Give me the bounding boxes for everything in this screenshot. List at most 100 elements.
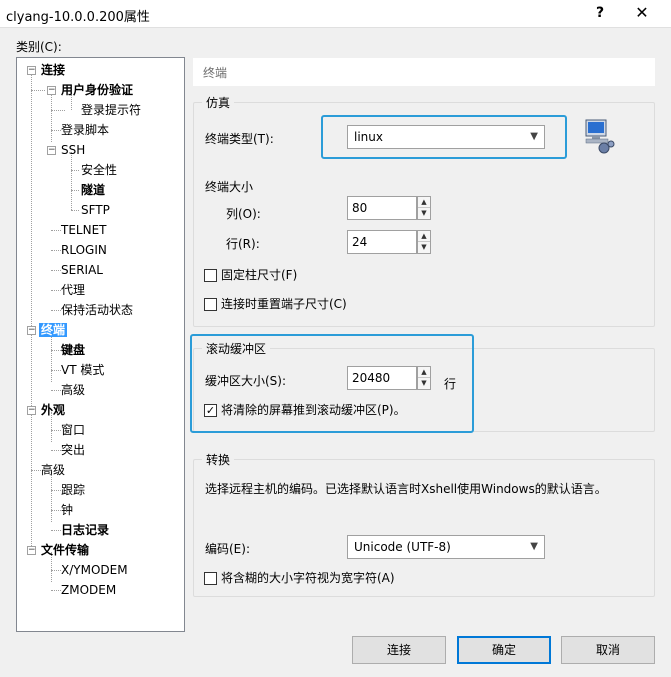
tree-item-file-transfer[interactable]: 文件传输	[39, 541, 91, 559]
tree-item-label: 跟踪	[61, 483, 86, 497]
translation-description: 选择远程主机的编码。已选择默认语言时Xshell使用Windows的默认语言。	[205, 482, 607, 496]
tree-item-login-script[interactable]: 登录脚本	[59, 121, 111, 139]
tree-item-trace[interactable]: 跟踪	[59, 481, 87, 499]
ok-button[interactable]: 确定	[457, 636, 551, 664]
tree-item-sftp[interactable]: SFTP	[79, 201, 112, 219]
emulation-legend: 仿真	[206, 96, 231, 110]
rows-spin-buttons: ▲ ▼	[417, 230, 431, 254]
tree-item-login-prompt[interactable]: 登录提示符	[79, 101, 143, 119]
tree-item-connection[interactable]: 连接	[39, 61, 67, 79]
title-bar: clyang-10.0.0.200属性 ? ✕	[0, 0, 671, 28]
tree-item-label: 保持活动状态	[61, 303, 134, 317]
tree-item-vt-mode[interactable]: VT 模式	[59, 361, 106, 379]
tree-item-bell[interactable]: 钟	[59, 501, 75, 519]
encoding-select[interactable]: Unicode (UTF-8) ▼	[347, 535, 545, 559]
tree-item-security[interactable]: 安全性	[79, 161, 119, 179]
rows-stepper[interactable]: 24 ▲ ▼	[347, 230, 433, 254]
translation-legend: 转换	[206, 453, 231, 467]
collapse-icon[interactable]: −	[47, 146, 56, 155]
encoding-label: 编码(E):	[205, 542, 250, 556]
close-button[interactable]: ✕	[622, 2, 662, 26]
tree-item-label: 安全性	[81, 163, 118, 177]
collapse-icon[interactable]: −	[27, 406, 36, 415]
ambiguous-width-checkbox[interactable]: 将含糊的大小字符视为宽字符(A)	[204, 571, 395, 585]
category-tree[interactable]: − − − − − − 连接 用户身份验证 登录提示符 登录脚本 SSH 安全性…	[16, 57, 185, 632]
tree-item-label: RLOGIN	[61, 243, 107, 257]
columns-label: 列(O):	[226, 207, 261, 221]
fixed-size-label: 固定柱尺寸(F)	[221, 268, 298, 282]
checkbox-box[interactable]	[204, 269, 217, 282]
tree-item-label: 高级	[61, 383, 86, 397]
tree-item-telnet[interactable]: TELNET	[59, 221, 109, 239]
tree-item-label: 代理	[61, 283, 86, 297]
fixed-size-checkbox[interactable]: 固定柱尺寸(F)	[204, 268, 297, 282]
category-label: 类别(C):	[16, 40, 62, 54]
tree-item-label: 连接	[41, 63, 66, 77]
tree-item-label: SERIAL	[61, 263, 103, 277]
encoding-value: Unicode (UTF-8)	[354, 540, 451, 554]
tree-item-keepalive[interactable]: 保持活动状态	[59, 301, 135, 319]
tree-item-zmodem[interactable]: ZMODEM	[59, 581, 118, 599]
tree-item-label: 日志记录	[61, 523, 110, 537]
tree-item-tunnel[interactable]: 隧道	[79, 181, 107, 199]
spin-up-icon[interactable]: ▲	[418, 231, 430, 242]
tree-item-highlight[interactable]: 突出	[59, 441, 87, 459]
reset-size-label: 连接时重置端子尺寸(C)	[221, 297, 347, 311]
page-title: 终端	[193, 58, 655, 86]
columns-spin-buttons: ▲ ▼	[417, 196, 431, 220]
tree-item-keyboard[interactable]: 键盘	[59, 341, 87, 359]
chevron-down-icon: ▼	[530, 541, 538, 552]
collapse-icon[interactable]: −	[47, 86, 56, 95]
tree-item-appearance[interactable]: 外观	[39, 401, 67, 419]
tree-item-label: SSH	[61, 143, 86, 157]
tree-item-label: 外观	[41, 403, 66, 417]
collapse-icon[interactable]: −	[27, 66, 36, 75]
spin-up-icon[interactable]: ▲	[418, 197, 430, 208]
tree-item-rlogin[interactable]: RLOGIN	[59, 241, 109, 259]
reset-size-checkbox[interactable]: 连接时重置端子尺寸(C)	[204, 297, 347, 311]
terminal-type-label: 终端类型(T):	[205, 132, 274, 146]
collapse-icon[interactable]: −	[27, 546, 36, 555]
window-title: clyang-10.0.0.200属性	[6, 10, 150, 25]
cancel-button[interactable]: 取消	[561, 636, 655, 664]
tree-item-label: 用户身份验证	[61, 83, 134, 97]
tree-item-logging[interactable]: 日志记录	[59, 521, 111, 539]
tree-item-label: 键盘	[61, 343, 86, 357]
tree-item-terminal[interactable]: 终端	[39, 321, 68, 339]
collapse-icon[interactable]: −	[27, 326, 36, 335]
scrollback-highlight	[190, 334, 474, 433]
tree-item-label: 窗口	[61, 423, 86, 437]
checkbox-box[interactable]	[204, 298, 217, 311]
tree-item-label: 突出	[61, 443, 86, 457]
tree-item-label: 终端	[39, 323, 68, 337]
ambiguous-width-label: 将含糊的大小字符视为宽字符(A)	[221, 571, 395, 585]
tree-item-label: 高级	[41, 463, 66, 477]
columns-value[interactable]: 80	[347, 196, 417, 220]
tree-item-serial[interactable]: SERIAL	[59, 261, 105, 279]
network-computer-icon	[582, 118, 616, 156]
tree-item-label: ZMODEM	[61, 583, 117, 597]
tree-item-window[interactable]: 窗口	[59, 421, 87, 439]
tree-item-user-auth[interactable]: 用户身份验证	[59, 81, 135, 99]
terminal-type-highlight	[321, 115, 567, 159]
tree-item-label: X/YMODEM	[61, 563, 128, 577]
columns-stepper[interactable]: 80 ▲ ▼	[347, 196, 433, 220]
tree-item-terminal-advanced[interactable]: 高级	[59, 381, 87, 399]
tree-item-label: 登录提示符	[81, 103, 142, 117]
rows-value[interactable]: 24	[347, 230, 417, 254]
tree-item-ssh[interactable]: SSH	[59, 141, 87, 159]
connect-button[interactable]: 连接	[352, 636, 446, 664]
checkbox-box[interactable]	[204, 572, 217, 585]
tree-item-xymodem[interactable]: X/YMODEM	[59, 561, 130, 579]
tree-item-label: SFTP	[81, 203, 110, 217]
tree-item-label: 隧道	[81, 183, 106, 197]
tree-item-label: TELNET	[61, 223, 107, 237]
help-button[interactable]: ?	[580, 2, 620, 26]
tree-item-label: 登录脚本	[61, 123, 110, 137]
spin-down-icon[interactable]: ▼	[418, 242, 430, 253]
tree-item-advanced[interactable]: 高级	[39, 461, 67, 479]
tree-item-proxy[interactable]: 代理	[59, 281, 87, 299]
spin-down-icon[interactable]: ▼	[418, 208, 430, 219]
terminal-size-label: 终端大小	[205, 180, 254, 194]
tree-item-label: VT 模式	[61, 363, 105, 377]
